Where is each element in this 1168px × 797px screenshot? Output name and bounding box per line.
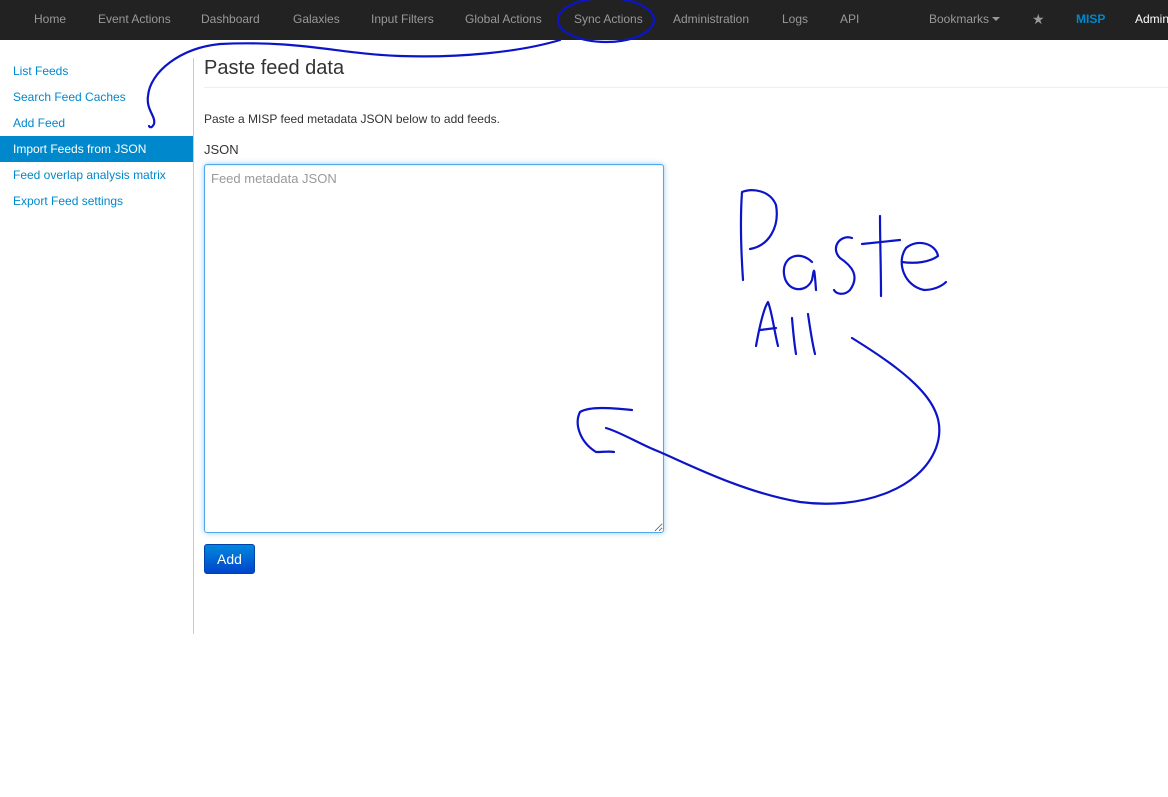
letter-l1 [790,316,798,356]
nav-input-filters[interactable]: Input Filters [371,0,434,38]
main-content: Paste feed data Paste a MISP feed metada… [204,40,1168,574]
letter-l2 [806,312,817,356]
letter-P [739,189,778,282]
brand-link[interactable]: MISP [1076,0,1105,38]
nav-api[interactable]: API [840,0,859,38]
top-navbar: Home Event Actions Dashboard Galaxies In… [0,0,1168,40]
page-description: Paste a MISP feed metadata JSON below to… [204,112,500,126]
letter-a [782,254,818,292]
sidebar-item-add-feed[interactable]: Add Feed [0,110,193,136]
nav-administration[interactable]: Administration [673,0,749,38]
add-button[interactable]: Add [204,544,255,574]
sidebar-item-list-feeds[interactable]: List Feeds [0,58,193,84]
sidebar-item-search-feed-caches[interactable]: Search Feed Caches [0,84,193,110]
nav-sync-actions[interactable]: Sync Actions [574,0,643,38]
nav-galaxies[interactable]: Galaxies [293,0,340,38]
sidebar-item-export-feed-settings[interactable]: Export Feed settings [0,188,193,214]
page-title: Paste feed data [204,40,1168,88]
json-textarea[interactable] [204,164,664,533]
nav-home[interactable]: Home [34,0,66,38]
sidebar: List Feeds Search Feed Caches Add Feed I… [0,58,194,634]
letter-t [860,214,902,298]
letter-e [900,241,948,292]
bookmarks-label: Bookmarks [929,12,990,26]
nav-logs[interactable]: Logs [782,0,808,38]
nav-event-actions[interactable]: Event Actions [98,0,171,38]
letter-A [754,300,780,348]
sidebar-item-feed-overlap-matrix[interactable]: Feed overlap analysis matrix [0,162,193,188]
letter-s [832,236,856,295]
sidebar-item-import-feeds-from-json[interactable]: Import Feeds from JSON [0,136,193,162]
caret-down-icon [992,16,1001,21]
json-label: JSON [204,142,239,157]
nav-dashboard[interactable]: Dashboard [201,0,260,38]
bookmarks-dropdown[interactable]: Bookmarks [929,0,1001,38]
nav-global-actions[interactable]: Global Actions [465,0,542,38]
star-icon[interactable]: ★ [1032,0,1045,38]
user-menu[interactable]: Admin [1135,0,1168,38]
